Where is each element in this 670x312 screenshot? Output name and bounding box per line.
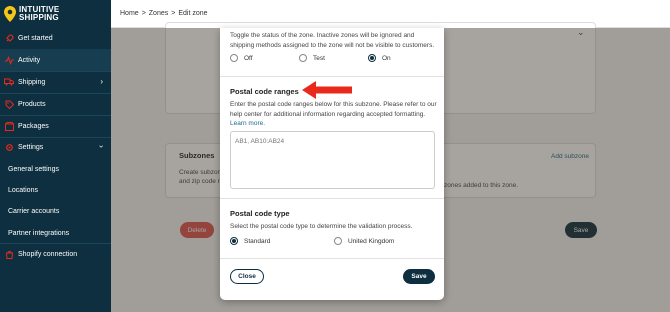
- sidebar-item-packages[interactable]: Packages: [0, 115, 111, 137]
- breadcrumb-separator: >: [171, 10, 176, 17]
- sidebar-item-shipping[interactable]: Shipping ›: [0, 71, 111, 93]
- rocket-icon: [4, 33, 14, 43]
- sidebar-item-label: Carrier accounts: [8, 207, 60, 215]
- postal-code-ranges-description: Enter the postal code ranges below for t…: [230, 101, 437, 127]
- sidebar-item-settings[interactable]: Settings ›: [0, 136, 111, 158]
- postal-code-type-title: Postal code type: [230, 209, 290, 218]
- sidebar-item-label: Get started: [18, 34, 53, 42]
- section-divider: [220, 198, 444, 199]
- subzone-modal: Toggle the status of the zone. Inactive …: [220, 28, 444, 300]
- sidebar-item-label: Settings: [18, 143, 44, 151]
- sidebar-item-label: Packages: [18, 122, 49, 130]
- radio-circle: [299, 54, 307, 62]
- learn-more-link[interactable]: Learn more.: [230, 120, 265, 127]
- radio-label: United Kingdom: [348, 237, 395, 245]
- sidebar-item-get-started[interactable]: Get started: [0, 27, 111, 49]
- radio-circle-selected: [230, 237, 238, 245]
- box-icon: [4, 121, 14, 131]
- truck-icon: [4, 77, 14, 87]
- tag-icon: [4, 99, 14, 109]
- activity-icon: [4, 55, 14, 65]
- status-radio-on[interactable]: On: [368, 54, 391, 62]
- section-divider: [220, 76, 444, 77]
- radio-circle: [230, 54, 238, 62]
- breadcrumb-separator: >: [141, 10, 146, 17]
- sidebar-item-label: Products: [18, 100, 46, 108]
- postal-type-radio-standard[interactable]: Standard: [230, 237, 270, 245]
- gear-icon: [4, 142, 14, 152]
- save-button[interactable]: Save: [403, 269, 435, 284]
- sidebar-item-products[interactable]: Products: [0, 93, 111, 115]
- brand-name: INTUITIVE SHIPPING: [19, 4, 60, 22]
- status-radio-test[interactable]: Test: [299, 54, 325, 62]
- location-pin-icon: [4, 5, 16, 22]
- status-radio-off[interactable]: Off: [230, 54, 253, 62]
- postal-code-ranges-input[interactable]: [230, 131, 435, 189]
- sidebar-item-label: Locations: [8, 186, 38, 194]
- brand-logo[interactable]: INTUITIVE SHIPPING: [0, 0, 111, 27]
- sidebar-item-locations[interactable]: Locations: [0, 179, 111, 201]
- arrow-left-icon: [302, 81, 352, 99]
- sidebar-item-label: Shipping: [18, 78, 46, 86]
- zone-status-description: Toggle the status of the zone. Inactive …: [230, 32, 435, 49]
- sidebar-item-label: Activity: [18, 56, 41, 64]
- chevron-down-icon: ›: [97, 145, 107, 148]
- radio-circle-selected: [368, 54, 376, 62]
- breadcrumb-home[interactable]: Home: [120, 10, 139, 17]
- radio-label: Test: [313, 54, 325, 62]
- postal-code-type-description: Select the postal code type to determine…: [230, 223, 413, 230]
- sidebar-item-carrier-accounts[interactable]: Carrier accounts: [0, 200, 111, 222]
- sidebar-item-shopify[interactable]: Shopify connection: [0, 243, 111, 265]
- shopify-icon: [4, 249, 14, 259]
- radio-label: On: [382, 54, 391, 62]
- sidebar-item-label: General settings: [8, 165, 59, 173]
- section-divider: [220, 258, 444, 259]
- sidebar-item-activity[interactable]: Activity: [0, 49, 111, 71]
- radio-circle: [334, 237, 342, 245]
- sidebar-item-label: Shopify connection: [18, 250, 78, 258]
- radio-label: Standard: [244, 237, 271, 245]
- radio-label: Off: [244, 54, 253, 62]
- sidebar-item-partner-integrations[interactable]: Partner integrations: [0, 222, 111, 244]
- breadcrumb-current: Edit zone: [178, 10, 208, 17]
- breadcrumb-zones[interactable]: Zones: [149, 10, 168, 17]
- sidebar-item-general-settings[interactable]: General settings: [0, 158, 111, 180]
- chevron-right-icon: ›: [100, 77, 103, 86]
- close-button[interactable]: Close: [230, 269, 264, 284]
- sidebar: INTUITIVE SHIPPING Get started Activity …: [0, 0, 111, 312]
- postal-type-radio-uk[interactable]: United Kingdom: [334, 237, 394, 245]
- sidebar-item-label: Partner integrations: [8, 229, 70, 237]
- postal-code-ranges-title: Postal code ranges: [230, 87, 299, 96]
